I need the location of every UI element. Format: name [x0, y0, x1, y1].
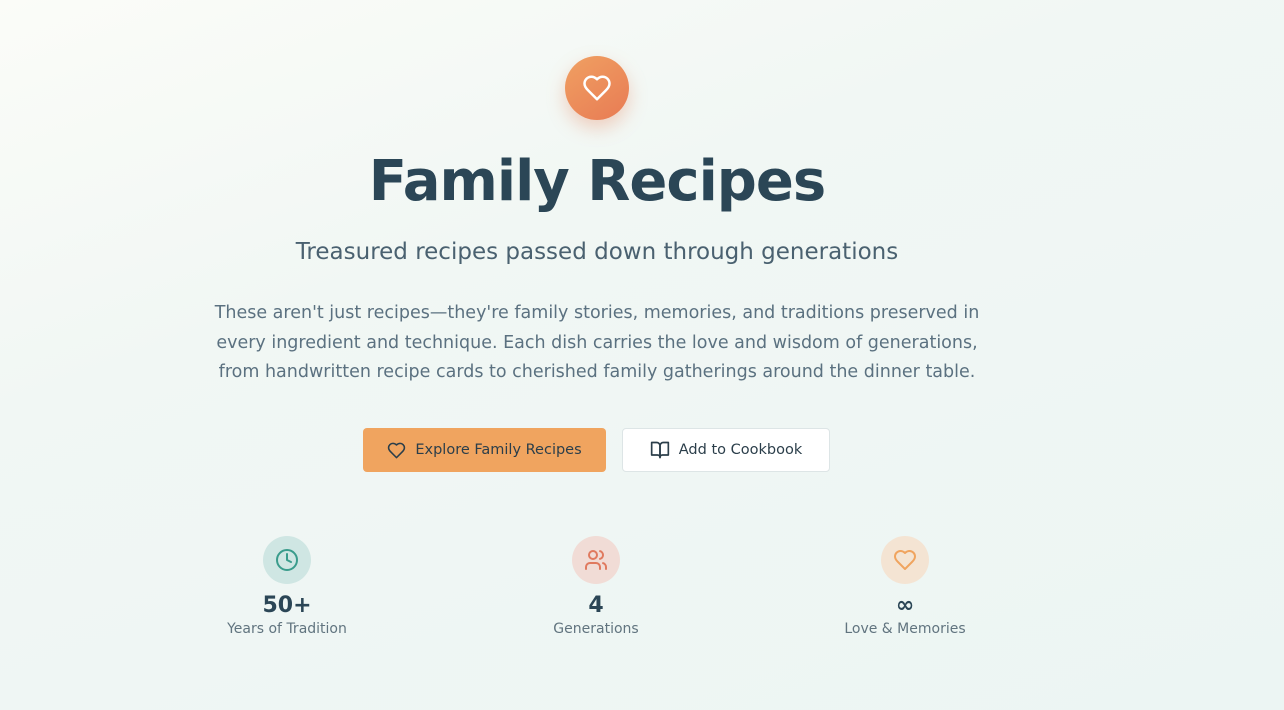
- stat-years: 50+ Years of Tradition: [187, 536, 387, 638]
- stat-label: Generations: [553, 621, 639, 637]
- explore-button-label: Explore Family Recipes: [415, 442, 582, 458]
- add-to-cookbook-label: Add to Cookbook: [678, 442, 803, 458]
- stat-icon-circle: [263, 536, 311, 584]
- add-to-cookbook-button[interactable]: Add to Cookbook: [622, 428, 830, 472]
- explore-family-recipes-button[interactable]: Explore Family Recipes: [363, 428, 606, 472]
- users-icon: [585, 550, 607, 570]
- hero-description: These aren't just recipes—they're family…: [214, 303, 980, 382]
- stat-value: ∞: [895, 593, 915, 618]
- heart-icon: [388, 442, 406, 458]
- page-title: Family Recipes: [368, 149, 826, 214]
- logo-badge: [565, 56, 629, 120]
- stat-love: ∞ Love & Memories: [805, 536, 1005, 638]
- book-open-icon: [650, 441, 669, 459]
- stat-icon-circle: [572, 536, 620, 584]
- clock-icon: [276, 549, 298, 571]
- stat-icon-circle: [881, 536, 929, 584]
- hero-section: Family Recipes Treasured recipes passed …: [0, 0, 1194, 710]
- stat-label: Love & Memories: [844, 621, 966, 637]
- stat-value: 4: [588, 593, 604, 618]
- stat-label: Years of Tradition: [227, 621, 347, 637]
- stat-generations: 4 Generations: [496, 536, 696, 638]
- stat-value: 50+: [262, 593, 312, 618]
- page-subtitle: Treasured recipes passed down through ge…: [295, 239, 899, 265]
- heart-icon: [583, 75, 611, 101]
- heart-icon: [894, 550, 916, 570]
